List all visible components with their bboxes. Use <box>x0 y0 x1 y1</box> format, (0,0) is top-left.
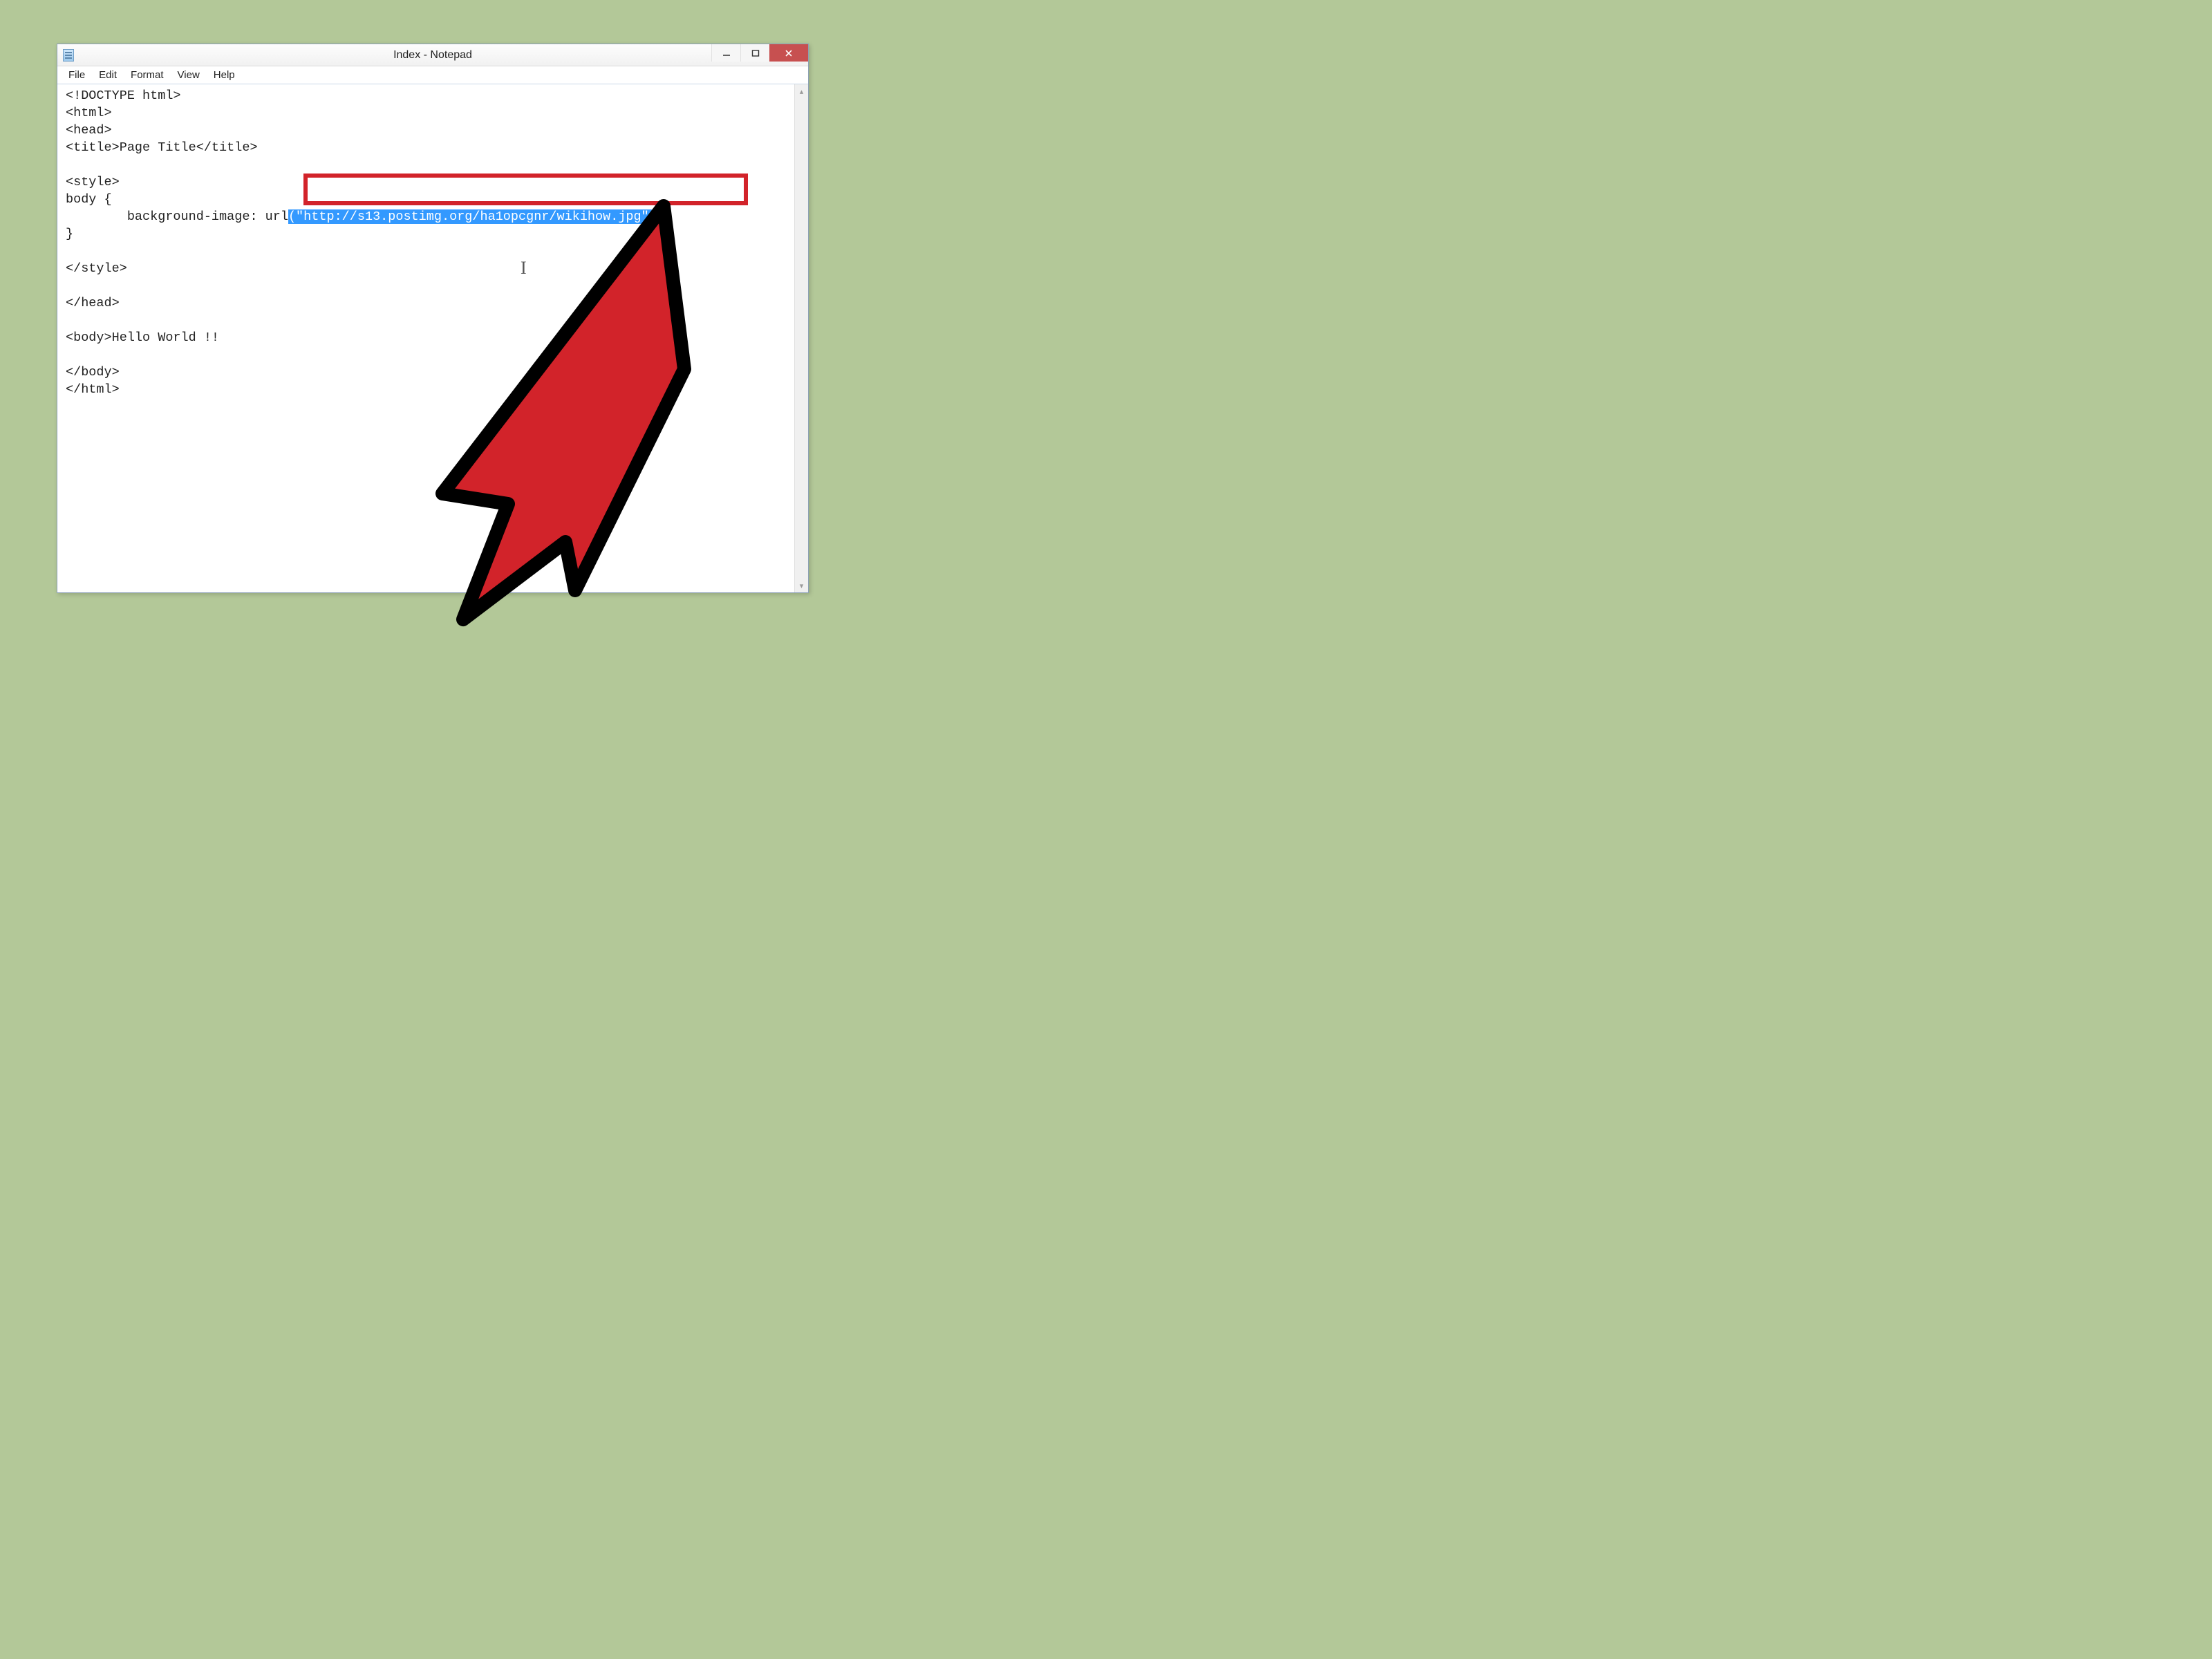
selected-text: ("http://s13.postimg.org/ha1opcgnr/wikih… <box>288 209 664 224</box>
code-line: <style> <box>66 175 120 189</box>
close-button[interactable] <box>769 44 808 62</box>
code-line: <title>Page Title</title> <box>66 140 258 155</box>
maximize-button[interactable] <box>740 44 769 62</box>
code-line: <!DOCTYPE html> <box>66 88 181 103</box>
code-line: </head> <box>66 296 120 310</box>
menu-edit[interactable]: Edit <box>92 68 124 82</box>
notepad-window: Index - Notepad File Edit Format View He… <box>57 44 809 593</box>
scroll-up-icon[interactable]: ▴ <box>795 84 808 98</box>
editor-area: <!DOCTYPE html> <html> <head> <title>Pag… <box>57 84 808 592</box>
text-editor[interactable]: <!DOCTYPE html> <html> <head> <title>Pag… <box>57 84 794 592</box>
notepad-app-icon <box>63 49 74 62</box>
code-line: </html> <box>66 382 120 397</box>
window-controls <box>711 44 808 62</box>
code-line: body { <box>66 192 112 207</box>
menu-format[interactable]: Format <box>124 68 171 82</box>
code-line: </style> <box>66 261 127 276</box>
vertical-scrollbar[interactable]: ▴ ▾ <box>794 84 808 592</box>
menu-view[interactable]: View <box>171 68 207 82</box>
code-line: <html> <box>66 106 112 120</box>
window-title: Index - Notepad <box>57 49 808 62</box>
menu-file[interactable]: File <box>62 68 92 82</box>
code-line: <body>Hello World !! <box>66 330 219 345</box>
menu-help[interactable]: Help <box>207 68 242 82</box>
scroll-down-icon[interactable]: ▾ <box>795 579 808 592</box>
minimize-button[interactable] <box>711 44 740 62</box>
code-line: } <box>66 227 73 241</box>
code-line: </body> <box>66 365 120 379</box>
code-line: background-image: url <box>66 209 288 224</box>
code-line: <head> <box>66 123 112 138</box>
menubar: File Edit Format View Help <box>57 66 808 84</box>
titlebar[interactable]: Index - Notepad <box>57 44 808 66</box>
